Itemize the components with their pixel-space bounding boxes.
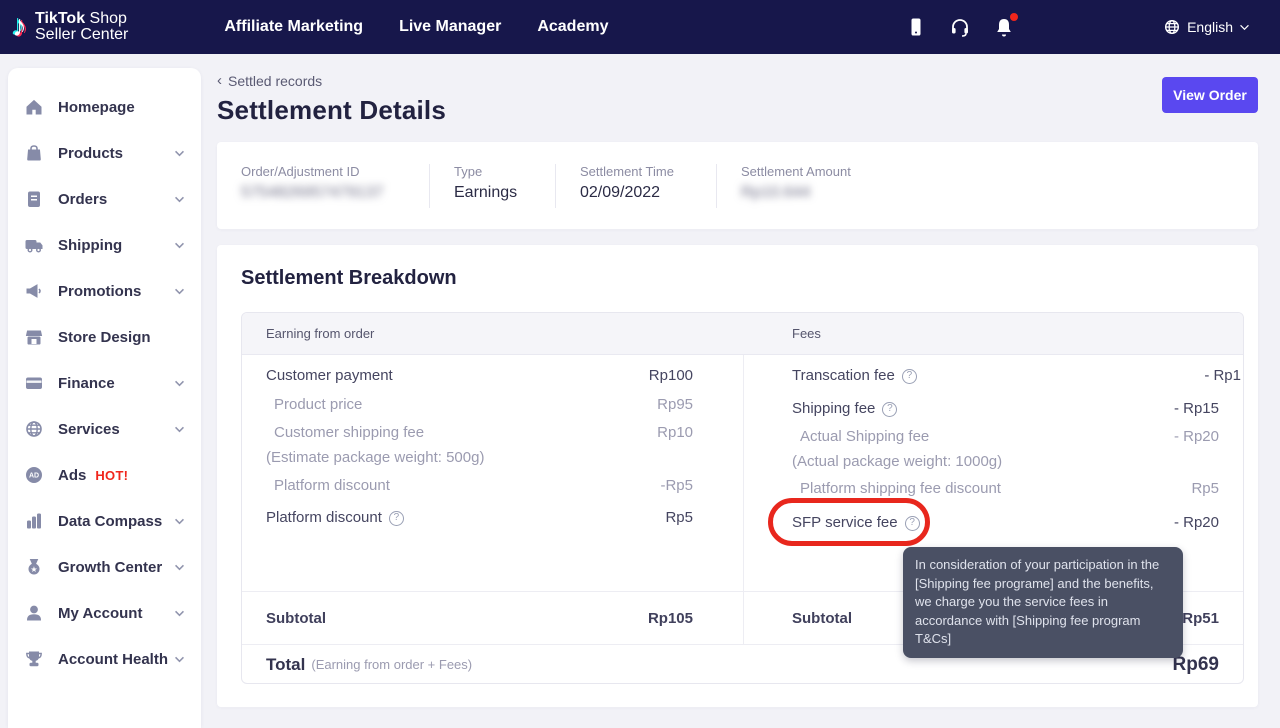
total-value: Rp69	[1173, 654, 1219, 676]
storefront-icon	[24, 327, 44, 347]
field-type: Type Earnings	[454, 164, 556, 208]
truck-icon	[24, 235, 44, 255]
column-header-fees: Fees	[744, 313, 1243, 354]
navbar-icon-group	[905, 16, 1015, 38]
chevron-down-icon	[174, 150, 185, 157]
sidebar: Homepage Products Orders Shipping Promot…	[8, 68, 201, 728]
view-order-button[interactable]: View Order	[1162, 77, 1258, 113]
bar-chart-icon	[24, 511, 44, 531]
bag-icon	[24, 143, 44, 163]
nav-affiliate-marketing[interactable]: Affiliate Marketing	[224, 18, 363, 36]
row-actual-shipping-fee: Actual Shipping fee - Rp20	[744, 427, 1243, 447]
row-sfp-service-fee: SFP service fee - Rp20	[744, 513, 1243, 533]
chevron-down-icon	[174, 288, 185, 295]
help-icon[interactable]	[902, 369, 917, 384]
help-icon[interactable]	[882, 402, 897, 417]
chevron-down-icon	[174, 518, 185, 525]
row-platform-shipping-fee-discount: Platform shipping fee discount Rp5	[744, 479, 1243, 499]
megaphone-icon	[24, 281, 44, 301]
chevron-down-icon	[174, 656, 185, 663]
chevron-down-icon	[174, 242, 185, 249]
sidebar-item-my-account[interactable]: My Account	[8, 590, 201, 636]
sidebar-item-shipping[interactable]: Shipping	[8, 222, 201, 268]
row-platform-discount: Platform discount Rp5	[242, 508, 743, 528]
breakdown-title: Settlement Breakdown	[241, 267, 457, 290]
document-icon	[24, 189, 44, 209]
breakdown-table-header: Earning from order Fees	[242, 313, 1243, 355]
top-nav-links: Affiliate Marketing Live Manager Academy	[224, 18, 608, 36]
row-product-price: Product price Rp95	[242, 395, 743, 415]
sidebar-item-promotions[interactable]: Promotions	[8, 268, 201, 314]
sidebar-item-account-health[interactable]: Account Health	[8, 636, 201, 682]
notification-dot	[1010, 13, 1018, 21]
settlement-amount-value-redacted: Rp10.644	[741, 184, 851, 202]
row-transaction-fee: Transcation fee - Rp1	[744, 366, 1243, 386]
row-customer-payment: Customer payment Rp100	[242, 366, 743, 386]
language-label: English	[1187, 19, 1233, 35]
back-chevron-icon	[217, 72, 222, 89]
page-title: Settlement Details	[217, 95, 1258, 126]
sidebar-item-growth-center[interactable]: Growth Center	[8, 544, 201, 590]
medal-icon	[24, 557, 44, 577]
chevron-down-icon	[174, 196, 185, 203]
sidebar-item-data-compass[interactable]: Data Compass	[8, 498, 201, 544]
row-platform-discount-sub: Platform discount -Rp5	[242, 476, 743, 496]
top-navbar: ♪ TikTok Shop Seller Center Affiliate Ma…	[0, 0, 1280, 54]
sfp-service-fee-tooltip: In consideration of your participation i…	[903, 547, 1183, 658]
sidebar-item-store-design[interactable]: Store Design	[8, 314, 201, 360]
chevron-down-icon	[174, 564, 185, 571]
chevron-down-icon	[174, 610, 185, 617]
sidebar-item-products[interactable]: Products	[8, 130, 201, 176]
help-icon[interactable]	[905, 516, 920, 531]
chevron-down-icon	[174, 426, 185, 433]
ad-circle-icon	[24, 465, 44, 485]
help-icon[interactable]	[389, 511, 404, 526]
settlement-breakdown-card: Settlement Breakdown Earning from order …	[217, 245, 1258, 707]
field-settlement-time: Settlement Time 02/09/2022	[580, 164, 717, 208]
nav-live-manager[interactable]: Live Manager	[399, 18, 501, 36]
field-order-adjustment-id: Order/Adjustment ID 5754826957479137	[241, 164, 430, 208]
sidebar-item-orders[interactable]: Orders	[8, 176, 201, 222]
chevron-down-icon	[1239, 24, 1250, 31]
globe-icon	[24, 419, 44, 439]
row-shipping-fee: Shipping fee - Rp15	[744, 399, 1243, 419]
notifications-bell-icon[interactable]	[993, 16, 1015, 38]
sidebar-item-finance[interactable]: Finance	[8, 360, 201, 406]
user-icon	[24, 603, 44, 623]
credit-card-icon	[24, 373, 44, 393]
breadcrumb-label: Settled records	[228, 73, 322, 89]
row-customer-shipping-fee: Customer shipping fee Rp10	[242, 423, 743, 443]
logo-text: TikTok Shop Seller Center	[35, 11, 128, 43]
mobile-app-icon[interactable]	[905, 16, 927, 38]
chevron-down-icon	[174, 380, 185, 387]
nav-academy[interactable]: Academy	[537, 18, 608, 36]
sidebar-item-services[interactable]: Services	[8, 406, 201, 452]
order-id-value-redacted: 5754826957479137	[241, 184, 405, 202]
row-actual-package-weight: (Actual package weight: 1000g)	[744, 452, 1243, 472]
earning-subtotal: Subtotal Rp105	[242, 592, 744, 644]
tiktok-logo[interactable]: ♪ TikTok Shop Seller Center	[12, 11, 128, 43]
trophy-icon	[24, 649, 44, 669]
field-settlement-amount: Settlement Amount Rp10.644	[741, 164, 875, 208]
breadcrumb[interactable]: Settled records	[217, 72, 322, 89]
sidebar-item-ads[interactable]: Ads HOT!	[8, 452, 201, 498]
hot-badge: HOT!	[95, 468, 128, 483]
sidebar-item-homepage[interactable]: Homepage	[8, 84, 201, 130]
support-headset-icon[interactable]	[949, 16, 971, 38]
main-content: Settled records Settlement Details View …	[217, 54, 1258, 707]
row-estimate-package-weight: (Estimate package weight: 500g)	[242, 448, 743, 468]
globe-icon	[1163, 18, 1181, 36]
column-header-earning: Earning from order	[242, 313, 744, 354]
language-selector[interactable]: English	[1163, 18, 1250, 36]
home-icon	[24, 97, 44, 117]
settlement-summary-card: Order/Adjustment ID 5754826957479137 Typ…	[217, 142, 1258, 229]
earning-column: Customer payment Rp100 Product price Rp9…	[242, 355, 744, 591]
tiktok-note-icon: ♪	[12, 12, 27, 42]
